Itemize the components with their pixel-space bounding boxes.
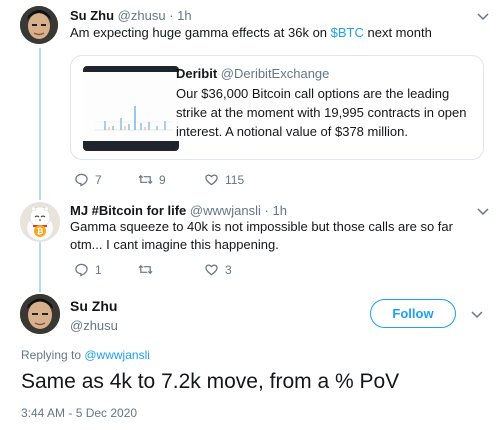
main-tweet-text: Same as 4k to 7.2k move, from a % PoV bbox=[21, 370, 400, 393]
reply-count: 7 bbox=[95, 172, 102, 187]
tweet-text-part: next month bbox=[363, 25, 432, 40]
quoted-tweet-card[interactable]: Deribit @DeribitExchange Our $36,000 Bit… bbox=[70, 55, 484, 160]
avatar[interactable]: ₿ bbox=[20, 202, 60, 242]
author-name[interactable]: Su Zhu bbox=[70, 298, 117, 314]
lucky-cat-avatar-image: ₿ bbox=[20, 202, 60, 242]
avatar[interactable] bbox=[20, 6, 58, 44]
quoted-author-name[interactable]: Deribit bbox=[176, 66, 217, 81]
heart-icon bbox=[205, 174, 218, 186]
retweet-icon bbox=[138, 264, 153, 275]
chevron-down-icon[interactable] bbox=[471, 308, 483, 322]
author-handle[interactable]: @wwwjansli bbox=[190, 203, 261, 218]
main-author-name[interactable]: Su Zhu bbox=[70, 298, 117, 314]
replying-to-mention[interactable]: @wwwjansli bbox=[84, 348, 150, 362]
tweet-text: Gamma squeeze to 40k is not impossible b… bbox=[70, 219, 453, 252]
thread-connector bbox=[39, 48, 41, 200]
like-button[interactable]: 115 bbox=[204, 172, 244, 187]
author-handle[interactable]: @zhusu bbox=[70, 318, 118, 333]
replying-to-label: Replying to bbox=[21, 348, 85, 362]
avatar[interactable] bbox=[20, 294, 60, 334]
separator: · bbox=[264, 203, 269, 218]
retweet-button[interactable] bbox=[138, 262, 159, 277]
author-handle[interactable]: @zhusu bbox=[118, 8, 166, 23]
reply-button[interactable]: 7 bbox=[74, 172, 102, 187]
quoted-author: Deribit @DeribitExchange bbox=[176, 66, 329, 81]
avatar-photo bbox=[20, 294, 60, 334]
reply-count: 1 bbox=[95, 262, 102, 277]
follow-button[interactable]: Follow bbox=[370, 299, 456, 328]
reply-icon bbox=[75, 173, 88, 187]
reply-button[interactable]: 1 bbox=[74, 262, 102, 277]
tweet-time[interactable]: 1h bbox=[177, 8, 191, 23]
tweet-timestamp[interactable]: 3:44 AM - 5 Dec 2020 bbox=[21, 406, 137, 420]
retweet-button[interactable]: 9 bbox=[138, 172, 166, 187]
svg-text:₿: ₿ bbox=[37, 227, 44, 236]
chevron-down-icon[interactable] bbox=[477, 10, 489, 24]
heart-icon bbox=[205, 264, 218, 276]
tweet-text-part: Am expecting huge gamma effects at 36k o… bbox=[70, 25, 331, 40]
tweet-text: Am expecting huge gamma effects at 36k o… bbox=[70, 24, 432, 42]
avatar-photo bbox=[20, 6, 58, 44]
cashtag-link[interactable]: $BTC bbox=[331, 25, 364, 40]
replying-to: Replying to @wwwjansli bbox=[21, 348, 150, 362]
tweet-header: MJ #Bitcoin for life @wwwjansli · 1h bbox=[70, 203, 287, 218]
retweet-count: 9 bbox=[159, 172, 166, 187]
retweet-icon bbox=[138, 174, 153, 185]
like-count: 115 bbox=[225, 172, 245, 187]
like-count: 3 bbox=[225, 262, 232, 277]
thread-connector bbox=[39, 242, 41, 292]
quoted-author-handle[interactable]: @DeribitExchange bbox=[221, 66, 330, 81]
author-name[interactable]: Su Zhu bbox=[70, 8, 114, 23]
reply-icon bbox=[75, 263, 88, 277]
chart-thumbnail bbox=[83, 66, 179, 151]
author-name[interactable]: MJ #Bitcoin for life bbox=[70, 203, 186, 218]
quoted-tweet-text: Our $36,000 Bitcoin call options are the… bbox=[176, 86, 467, 139]
chevron-down-icon[interactable] bbox=[477, 205, 489, 219]
separator: · bbox=[169, 8, 174, 23]
tweet-header: Su Zhu @zhusu · 1h bbox=[70, 8, 192, 23]
like-button[interactable]: 3 bbox=[204, 262, 232, 277]
tweet-time[interactable]: 1h bbox=[273, 203, 287, 218]
main-author-handle[interactable]: @zhusu bbox=[70, 318, 118, 333]
